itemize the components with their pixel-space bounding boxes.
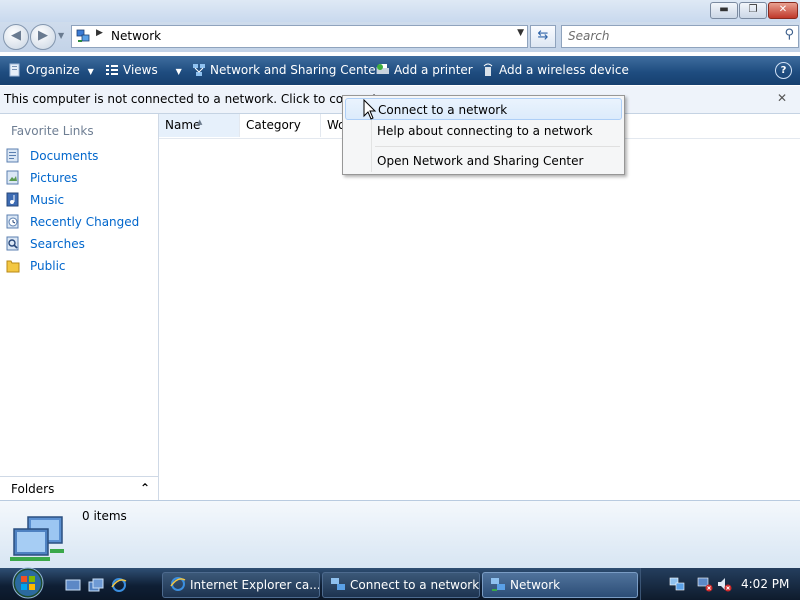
network-center-label: Network and Sharing Center bbox=[210, 63, 381, 77]
context-menu: Connect to a network Help about connecti… bbox=[342, 95, 625, 175]
sort-ascending-icon: ▲ bbox=[197, 118, 203, 126]
column-name-label: Name bbox=[165, 118, 201, 132]
views-dropdown-icon: ▼ bbox=[175, 67, 182, 76]
close-button[interactable]: ✕ bbox=[768, 2, 798, 19]
clock[interactable]: 4:02 PM bbox=[741, 577, 789, 591]
menu-separator bbox=[375, 146, 620, 147]
views-button[interactable]: Views ▼ bbox=[105, 62, 182, 78]
network-icon bbox=[76, 29, 90, 42]
music-icon bbox=[6, 192, 19, 207]
close-icon[interactable]: ✕ bbox=[777, 91, 787, 105]
recent-pages-dropdown-icon[interactable]: ▼ bbox=[58, 31, 64, 40]
folders-toggle[interactable]: Folders ⌃ bbox=[0, 476, 158, 501]
command-toolbar: Organize ▼ Views ▼ Network and Sharing C… bbox=[0, 56, 800, 85]
network-disconnected-icon[interactable] bbox=[697, 576, 713, 592]
notification-area: 4:02 PM bbox=[640, 568, 800, 600]
task-label: Connect to a network bbox=[350, 578, 480, 592]
network-icon bbox=[491, 578, 505, 591]
column-category-label: Category bbox=[246, 118, 301, 132]
item-count: 0 items bbox=[82, 509, 127, 523]
link-label: Public bbox=[30, 259, 66, 273]
favorite-link-recently-changed[interactable]: Recently Changed bbox=[6, 214, 139, 234]
favorite-link-documents[interactable]: Documents bbox=[6, 148, 98, 168]
taskbar-item-connect-to-network[interactable]: Connect to a network bbox=[322, 572, 480, 598]
link-label: Recently Changed bbox=[30, 215, 140, 229]
task-label: Internet Explorer ca... bbox=[190, 578, 320, 592]
favorite-link-public[interactable]: Public bbox=[6, 258, 66, 278]
favorite-link-searches[interactable]: Searches bbox=[6, 236, 85, 256]
searches-icon bbox=[6, 236, 19, 251]
organize-label: Organize bbox=[26, 63, 80, 77]
favorite-link-pictures[interactable]: Pictures bbox=[6, 170, 78, 190]
favorite-link-music[interactable]: Music bbox=[6, 192, 64, 212]
views-label: Views bbox=[123, 63, 158, 77]
breadcrumb-location[interactable]: Network bbox=[111, 29, 161, 43]
network-sharing-center-button[interactable]: Network and Sharing Center bbox=[192, 62, 381, 78]
start-button-icon[interactable] bbox=[8, 566, 48, 600]
taskbar: Internet Explorer ca... Connect to a net… bbox=[0, 566, 800, 600]
chevron-up-icon[interactable]: ⌃ bbox=[140, 481, 150, 495]
back-arrow-icon[interactable]: ◀ bbox=[3, 24, 29, 50]
title-bar: ▬ ❐ ✕ bbox=[0, 0, 800, 22]
column-header-name[interactable]: Name ▲ bbox=[159, 114, 240, 137]
volume-muted-icon[interactable] bbox=[716, 576, 732, 592]
mouse-cursor-icon bbox=[363, 99, 377, 120]
info-bar-message[interactable]: This computer is not connected to a netw… bbox=[4, 92, 388, 106]
column-header-category[interactable]: Category bbox=[240, 114, 321, 137]
add-wireless-device-button[interactable]: Add a wireless device bbox=[481, 62, 629, 78]
menu-item-connect-to-network[interactable]: Connect to a network bbox=[345, 98, 622, 120]
link-label: Documents bbox=[30, 149, 99, 163]
show-desktop-icon[interactable] bbox=[65, 577, 81, 593]
address-bar[interactable]: ▶ Network ▼ bbox=[71, 25, 528, 48]
refresh-icon[interactable]: ⇆ bbox=[530, 25, 556, 48]
link-label: Pictures bbox=[30, 171, 78, 185]
taskbar-item-network[interactable]: Network bbox=[482, 572, 638, 598]
network-status-icon[interactable] bbox=[669, 576, 685, 592]
network-center-icon bbox=[193, 64, 205, 76]
favorite-links-heading: Favorite Links bbox=[11, 124, 94, 138]
forward-arrow-icon[interactable]: ▶ bbox=[30, 24, 56, 50]
switch-windows-icon[interactable] bbox=[88, 577, 104, 593]
internet-explorer-icon[interactable] bbox=[111, 577, 127, 593]
recently-changed-icon bbox=[6, 214, 19, 229]
address-dropdown-icon[interactable]: ▼ bbox=[517, 28, 524, 38]
breadcrumb-arrow-icon[interactable]: ▶ bbox=[96, 28, 103, 38]
add-printer-label: Add a printer bbox=[394, 63, 473, 77]
menu-item-help-connecting[interactable]: Help about connecting to a network bbox=[345, 120, 622, 142]
menu-item-open-network-center[interactable]: Open Network and Sharing Center bbox=[345, 150, 622, 172]
navigation-pane: Favorite Links Documents Pictures Music … bbox=[0, 114, 159, 500]
printer-icon bbox=[377, 64, 389, 74]
add-printer-button[interactable]: Add a printer bbox=[376, 62, 473, 78]
folders-label: Folders bbox=[11, 482, 55, 496]
search-input[interactable]: Search ⚲ bbox=[561, 25, 799, 48]
add-wireless-label: Add a wireless device bbox=[499, 63, 629, 77]
search-icon[interactable]: ⚲ bbox=[784, 27, 794, 42]
documents-icon bbox=[6, 148, 19, 163]
help-icon[interactable]: ? bbox=[775, 62, 792, 79]
maximize-button[interactable]: ❐ bbox=[739, 2, 767, 19]
organize-dropdown-icon: ▼ bbox=[87, 67, 94, 76]
wireless-device-icon bbox=[483, 63, 493, 76]
network-computers-icon bbox=[10, 516, 64, 561]
internet-explorer-icon bbox=[170, 577, 186, 591]
public-folder-icon bbox=[6, 260, 20, 273]
search-placeholder: Search bbox=[568, 29, 610, 43]
file-list[interactable] bbox=[159, 139, 800, 500]
pictures-icon bbox=[6, 170, 19, 185]
navigation-bar: ◀ ▶ ▼ ▶ Network ▼ ⇆ Search ⚲ bbox=[0, 22, 800, 52]
organize-button[interactable]: Organize ▼ bbox=[8, 62, 94, 78]
network-connect-icon bbox=[331, 578, 345, 590]
link-label: Music bbox=[30, 193, 65, 207]
views-icon bbox=[106, 65, 118, 75]
minimize-button[interactable]: ▬ bbox=[710, 2, 738, 19]
task-label: Network bbox=[510, 578, 561, 592]
organize-icon bbox=[9, 63, 20, 77]
details-pane: 0 items bbox=[0, 500, 800, 569]
link-label: Searches bbox=[30, 237, 85, 251]
taskbar-item-internet-explorer[interactable]: Internet Explorer ca... bbox=[162, 572, 320, 598]
